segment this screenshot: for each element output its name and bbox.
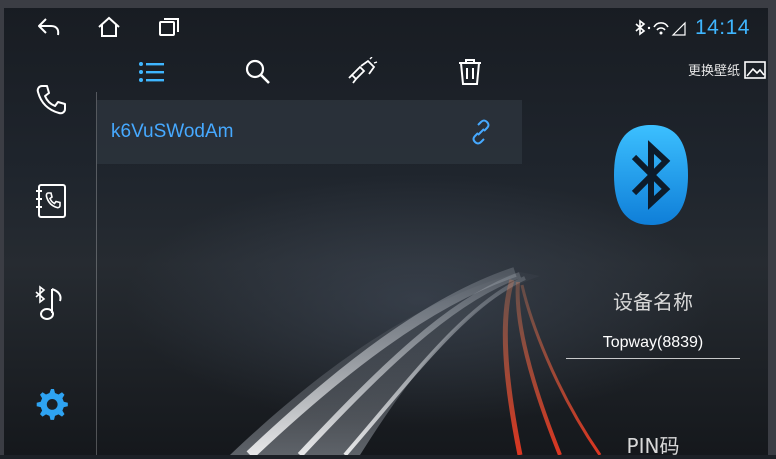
image-icon — [744, 60, 766, 79]
device-name: k6VuSWodAm — [111, 121, 234, 142]
device-name-label: 设备名称 — [613, 290, 693, 314]
home-button[interactable] — [92, 12, 126, 42]
nav-contacts[interactable] — [18, 171, 84, 231]
status-indicators: 14:14 — [633, 14, 750, 42]
recent-apps-button[interactable] — [152, 12, 186, 42]
nav-settings[interactable] — [18, 374, 84, 434]
delete-button[interactable] — [448, 50, 492, 94]
highway-light-trails — [230, 267, 602, 455]
bluetooth-music-icon — [35, 285, 62, 320]
nav-dialer[interactable] — [18, 70, 84, 130]
change-wallpaper-button[interactable]: 更换壁纸 — [688, 60, 766, 79]
left-navigation — [4, 46, 96, 455]
screen-bezel-right — [768, 0, 776, 455]
link-icon[interactable] — [468, 119, 494, 145]
back-button[interactable] — [32, 12, 66, 42]
device-name-field[interactable]: Topway(8839) — [566, 334, 740, 359]
device-list-button[interactable] — [130, 50, 174, 94]
phone-icon — [36, 85, 66, 115]
contacts-icon — [36, 184, 66, 218]
list-icon — [139, 62, 164, 82]
search-button[interactable] — [236, 50, 280, 94]
search-icon — [245, 59, 270, 84]
status-bar: 14:14 — [0, 8, 768, 46]
nav-bluetooth-music[interactable] — [18, 274, 84, 334]
screen-bezel-top — [0, 0, 776, 8]
gear-icon — [36, 389, 68, 420]
change-wallpaper-label: 更换壁纸 — [687, 64, 740, 79]
clock: 14:14 — [694, 16, 750, 39]
device-list-item[interactable]: k6VuSWodAm — [97, 100, 522, 164]
bluetooth-logo-icon — [614, 125, 688, 225]
back-icon — [38, 18, 60, 36]
recent-apps-icon — [159, 18, 179, 36]
pair-button[interactable] — [340, 50, 384, 94]
wallpaper-background — [0, 0, 776, 455]
bluetooth-wifi-signal-icon — [635, 19, 686, 36]
trash-icon — [459, 59, 481, 85]
home-icon — [98, 16, 120, 37]
pair-icon — [348, 57, 378, 84]
